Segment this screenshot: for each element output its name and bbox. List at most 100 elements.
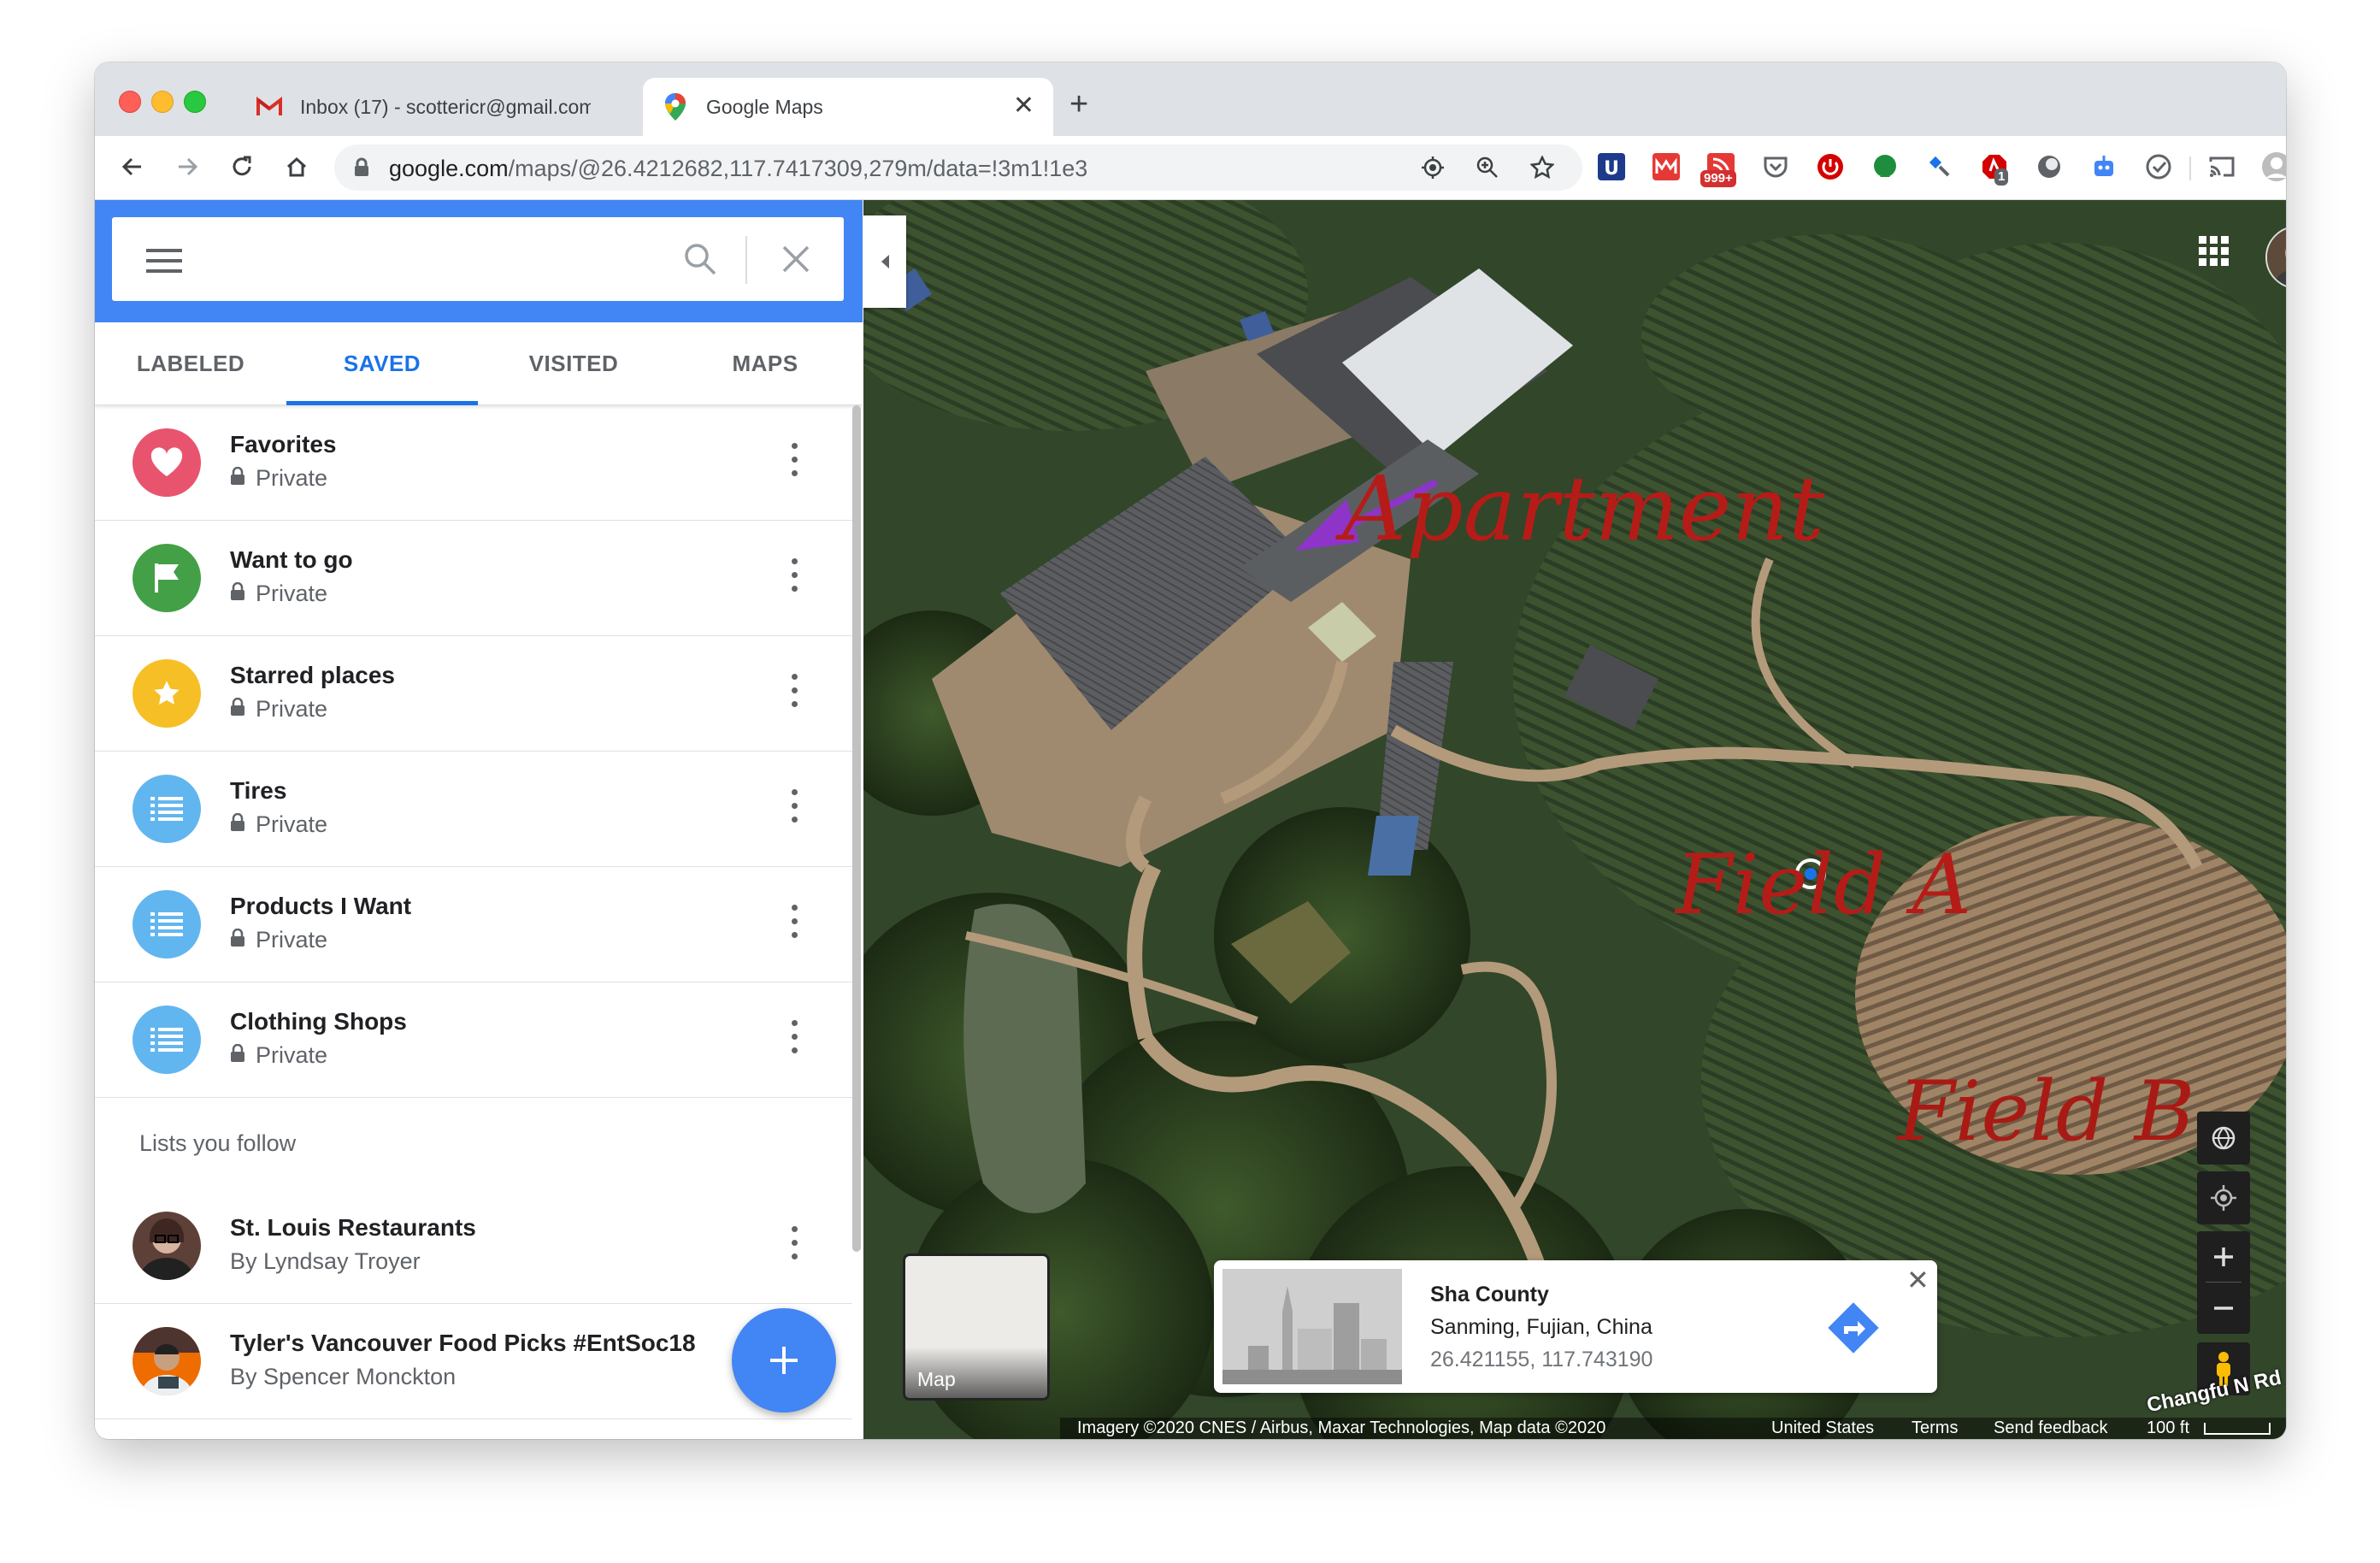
gmail-icon	[256, 93, 283, 121]
country-link[interactable]: United States	[1771, 1418, 1874, 1438]
reload-icon[interactable]	[223, 148, 261, 186]
hamburger-menu-icon[interactable]	[146, 249, 182, 277]
tab-title: Inbox (17) - scottericr@gmail.com	[300, 95, 591, 118]
rotate-globe-button[interactable]	[2197, 1112, 2250, 1165]
clear-search-icon[interactable]	[781, 245, 810, 278]
address-bar[interactable]: google.com/maps/@26.4212682,117.7417309,…	[334, 145, 1582, 191]
pocket-icon[interactable]	[1760, 151, 1791, 182]
maximize-window-button[interactable]	[184, 91, 206, 113]
toolbar-divider	[2189, 156, 2191, 180]
more-options-icon[interactable]	[789, 789, 799, 829]
apps-grid-icon[interactable]	[2197, 234, 2231, 273]
place-thumbnail	[1222, 1269, 1402, 1384]
minus-icon	[2214, 1306, 2233, 1310]
apartment-annotation: Apartment	[1342, 457, 1825, 561]
forward-icon[interactable]	[168, 148, 206, 186]
directions-icon[interactable]	[1825, 1300, 1882, 1360]
more-options-icon[interactable]	[789, 674, 799, 713]
url-host: google.com	[389, 156, 509, 181]
back-icon[interactable]	[114, 148, 151, 186]
saved-lists: Favorites Private Want to go Private Sta…	[95, 405, 852, 1419]
list-icon	[133, 775, 201, 843]
map-footer: Imagery ©2020 CNES / Airbus, Maxar Techn…	[863, 1418, 2286, 1439]
svg-text:U: U	[1604, 158, 1619, 180]
send-feedback-link[interactable]: Send feedback	[1994, 1418, 2107, 1438]
zoom-icon[interactable]	[1473, 153, 1502, 182]
adblock-icon[interactable]: 1	[1979, 151, 2010, 186]
field-b-annotation: Field B	[1898, 1064, 2195, 1159]
profile-avatar[interactable]	[2261, 151, 2286, 182]
home-icon[interactable]	[278, 148, 315, 186]
list-privacy-label: Private	[256, 581, 328, 606]
search-icon[interactable]	[683, 242, 717, 280]
tab-saved[interactable]: SAVED	[286, 322, 478, 404]
more-options-icon[interactable]	[789, 558, 799, 598]
list-privacy-label: Private	[256, 811, 328, 837]
place-info-card[interactable]: Sha County Sanming, Fujian, China 26.421…	[1214, 1260, 1937, 1393]
close-tab-icon[interactable]: ✕	[1013, 93, 1034, 119]
list-icon	[133, 890, 201, 958]
list-item-favorites[interactable]: Favorites Private	[95, 405, 852, 521]
extension-rss-icon[interactable]: 999+	[1700, 151, 1736, 187]
bookmark-star-icon[interactable]	[1528, 153, 1557, 182]
tab-maps[interactable]: MAPS	[669, 322, 861, 404]
close-card-icon[interactable]: ✕	[1906, 1264, 1929, 1296]
google-maps-icon	[662, 93, 689, 121]
close-window-button[interactable]	[119, 91, 141, 113]
list-privacy: Private	[230, 465, 327, 492]
plus-icon	[2214, 1247, 2233, 1266]
zoom-out-button[interactable]	[2197, 1283, 2250, 1334]
new-list-button[interactable]	[732, 1308, 836, 1413]
cast-icon[interactable]	[2206, 151, 2237, 182]
lock-icon	[353, 157, 370, 182]
list-item-clothing-shops[interactable]: Clothing Shops Private	[95, 982, 852, 1098]
tab-title: Google Maps	[706, 95, 823, 118]
green-drop-icon[interactable]	[1870, 151, 1900, 182]
list-name: Tires	[230, 777, 287, 804]
lock-icon	[230, 927, 245, 953]
lock-icon	[230, 465, 245, 492]
location-icon[interactable]	[1418, 153, 1447, 182]
tab-bar: Inbox (17) - scottericr@gmail.com ✕ Goog…	[95, 62, 2286, 136]
my-location-button[interactable]	[2197, 1171, 2250, 1224]
new-tab-button[interactable]: +	[1069, 88, 1088, 121]
extension-circle-icon[interactable]	[2034, 151, 2065, 182]
tab-labeled[interactable]: LABELED	[95, 322, 286, 404]
terms-link[interactable]: Terms	[1912, 1418, 1958, 1438]
section-heading: Lists you follow	[139, 1130, 297, 1156]
extension-u-icon[interactable]: U	[1596, 151, 1627, 182]
satellite-icon[interactable]	[1924, 151, 1955, 182]
more-options-icon[interactable]	[789, 1020, 799, 1059]
sidebar-scrollbar[interactable]	[852, 405, 861, 1252]
collapse-panel-button[interactable]	[863, 215, 906, 308]
followed-list-st-louis[interactable]: St. Louis Restaurants By Lyndsay Troyer	[95, 1188, 852, 1304]
list-item-products-i-want[interactable]: Products I Want Private	[95, 867, 852, 982]
list-privacy-label: Private	[256, 927, 328, 953]
zoom-in-button[interactable]	[2197, 1231, 2250, 1283]
place-coordinates: 26.421155, 117.743190	[1430, 1348, 1653, 1371]
url-path: /maps/@26.4212682,117.7417309,279m/data=…	[508, 156, 1088, 181]
more-options-icon[interactable]	[789, 905, 799, 944]
extension-mailtrack-icon[interactable]	[1651, 151, 1682, 182]
plus-icon	[770, 1347, 798, 1374]
tab-visited[interactable]: VISITED	[478, 322, 669, 404]
list-item-starred-places[interactable]: Starred places Private	[95, 636, 852, 752]
power-icon[interactable]	[1815, 151, 1846, 182]
scale-label[interactable]: 100 ft	[2147, 1418, 2189, 1438]
map-layer-toggle[interactable]: Map	[903, 1253, 1050, 1401]
browser-toolbar: google.com/maps/@26.4212682,117.7417309,…	[95, 136, 2286, 200]
check-circle-icon[interactable]	[2143, 151, 2174, 182]
more-options-icon[interactable]	[789, 1226, 799, 1265]
rss-badge: 999+	[1700, 170, 1736, 187]
search-input[interactable]	[112, 217, 844, 301]
robot-icon[interactable]	[2088, 151, 2119, 182]
lock-icon	[230, 696, 245, 723]
tab-google-maps[interactable]: Google Maps ✕	[643, 78, 1053, 136]
list-item-tires[interactable]: Tires Private	[95, 752, 852, 867]
url-text: google.com/maps/@26.4212682,117.7417309,…	[389, 156, 1087, 182]
minimize-window-button[interactable]	[151, 91, 174, 113]
place-title: Sha County	[1430, 1283, 1549, 1306]
more-options-icon[interactable]	[789, 443, 799, 482]
satellite-map[interactable]: Apartment Field A Field B Map Sha County…	[863, 200, 2286, 1439]
list-item-want-to-go[interactable]: Want to go Private	[95, 521, 852, 636]
